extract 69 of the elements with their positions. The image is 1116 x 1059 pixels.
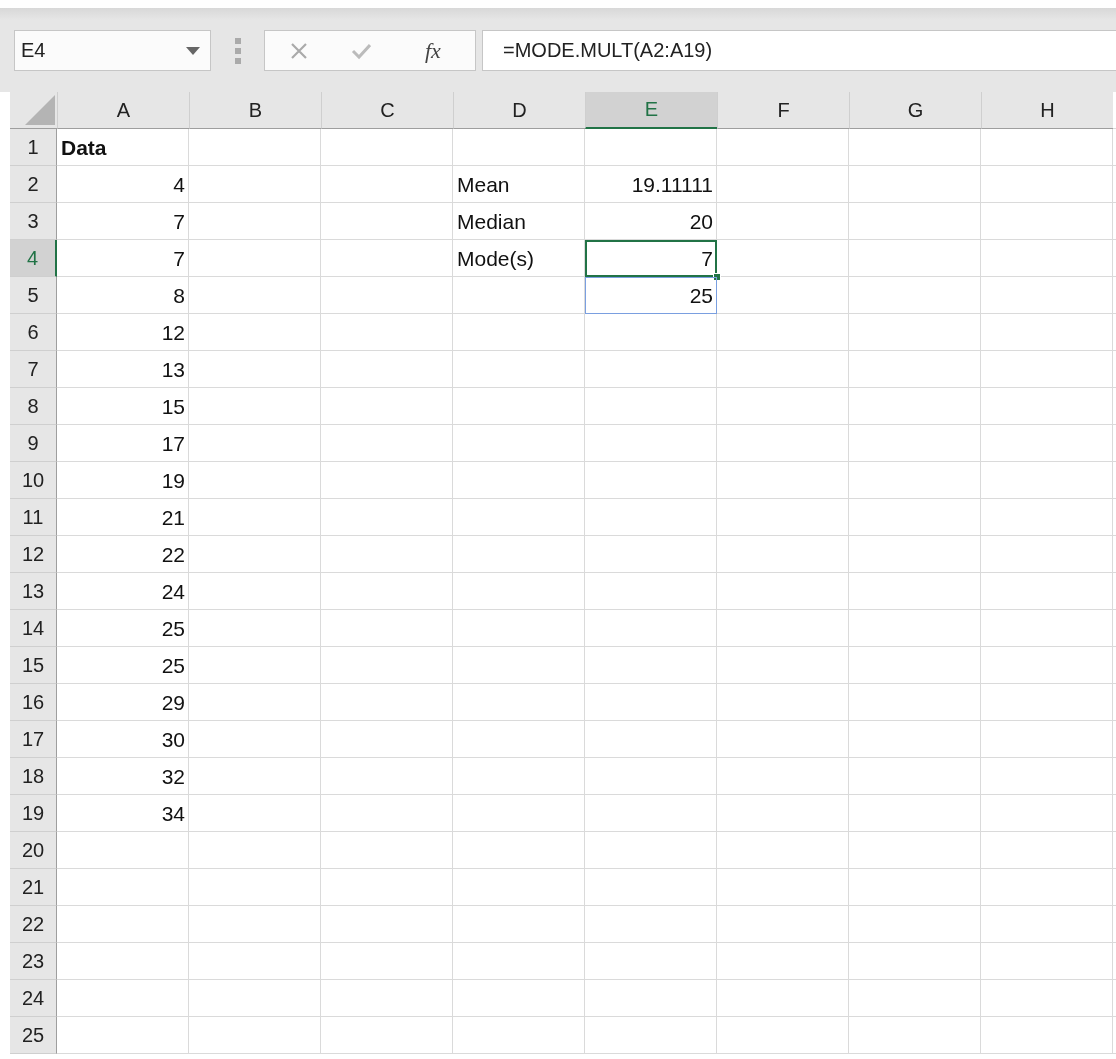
insert-function-button[interactable]: fx — [425, 37, 441, 64]
row-header[interactable]: 10 — [10, 462, 57, 499]
table-cell[interactable]: 12 — [57, 314, 189, 351]
row-header[interactable]: 2 — [10, 166, 57, 203]
column-header[interactable]: A — [57, 92, 189, 129]
row-header[interactable]: 20 — [10, 832, 57, 869]
table-cell[interactable]: 7 — [57, 203, 189, 240]
column-header[interactable]: C — [321, 92, 453, 129]
row-header[interactable]: 3 — [10, 203, 57, 240]
row-header[interactable]: 25 — [10, 1017, 57, 1054]
row-header[interactable]: 12 — [10, 536, 57, 573]
column-header[interactable]: G — [849, 92, 981, 129]
row-header[interactable]: 22 — [10, 906, 57, 943]
table-cell[interactable]: Median — [453, 203, 585, 240]
table-cell[interactable]: Mode(s) — [453, 240, 585, 277]
table-cell[interactable]: 21 — [57, 499, 189, 536]
select-all-icon[interactable] — [25, 95, 55, 125]
row-header[interactable]: 23 — [10, 943, 57, 980]
row-header[interactable]: 6 — [10, 314, 57, 351]
row-header[interactable]: 14 — [10, 610, 57, 647]
column-header[interactable]: B — [189, 92, 321, 129]
row-header[interactable]: 1 — [10, 129, 57, 166]
row-header[interactable]: 4 — [10, 240, 57, 277]
row-header[interactable]: 5 — [10, 277, 57, 314]
table-cell[interactable]: 25 — [57, 647, 189, 684]
row-header[interactable]: 18 — [10, 758, 57, 795]
column-header[interactable]: D — [453, 92, 585, 129]
table-cell[interactable]: 15 — [57, 388, 189, 425]
name-box[interactable]: E4 — [14, 30, 211, 71]
row-header[interactable]: 17 — [10, 721, 57, 758]
table-cell[interactable]: Mean — [453, 166, 585, 203]
table-cell[interactable]: 30 — [57, 721, 189, 758]
table-cell[interactable]: 25 — [57, 610, 189, 647]
dropdown-caret-icon[interactable] — [186, 46, 200, 55]
table-cell[interactable]: 4 — [57, 166, 189, 203]
cancel-icon[interactable] — [289, 40, 309, 61]
table-cell[interactable]: 19.11111 — [585, 166, 717, 203]
column-header[interactable]: H — [981, 92, 1113, 129]
row-header[interactable]: 19 — [10, 795, 57, 832]
table-cell[interactable]: 29 — [57, 684, 189, 721]
row-header[interactable]: 8 — [10, 388, 57, 425]
row-header[interactable]: 21 — [10, 869, 57, 906]
table-cell[interactable]: 7 — [585, 240, 717, 277]
row-header[interactable]: 13 — [10, 573, 57, 610]
drag-handle-icon[interactable] — [234, 38, 242, 64]
table-cell[interactable]: 13 — [57, 351, 189, 388]
table-cell[interactable]: 24 — [57, 573, 189, 610]
table-cell[interactable]: 17 — [57, 425, 189, 462]
table-cell[interactable]: 20 — [585, 203, 717, 240]
formula-text: =MODE.MULT(A2:A19) — [503, 39, 713, 62]
formula-field[interactable]: =MODE.MULT(A2:A19) — [482, 30, 1116, 71]
column-header[interactable]: E — [585, 92, 717, 129]
column-header[interactable]: F — [717, 92, 849, 129]
table-cell[interactable]: Data — [57, 129, 189, 166]
row-header[interactable]: 16 — [10, 684, 57, 721]
table-cell[interactable]: 19 — [57, 462, 189, 499]
row-header[interactable]: 24 — [10, 980, 57, 1017]
cell-reference: E4 — [21, 39, 46, 62]
table-cell[interactable]: 22 — [57, 536, 189, 573]
table-cell[interactable]: 8 — [57, 277, 189, 314]
table-cell[interactable]: 25 — [585, 277, 717, 314]
table-cell[interactable]: 34 — [57, 795, 189, 832]
row-header[interactable]: 11 — [10, 499, 57, 536]
table-cell[interactable]: 7 — [57, 240, 189, 277]
table-cell[interactable]: 32 — [57, 758, 189, 795]
row-header[interactable]: 15 — [10, 647, 57, 684]
row-header[interactable]: 9 — [10, 425, 57, 462]
row-header[interactable]: 7 — [10, 351, 57, 388]
fill-handle[interactable] — [713, 273, 721, 281]
